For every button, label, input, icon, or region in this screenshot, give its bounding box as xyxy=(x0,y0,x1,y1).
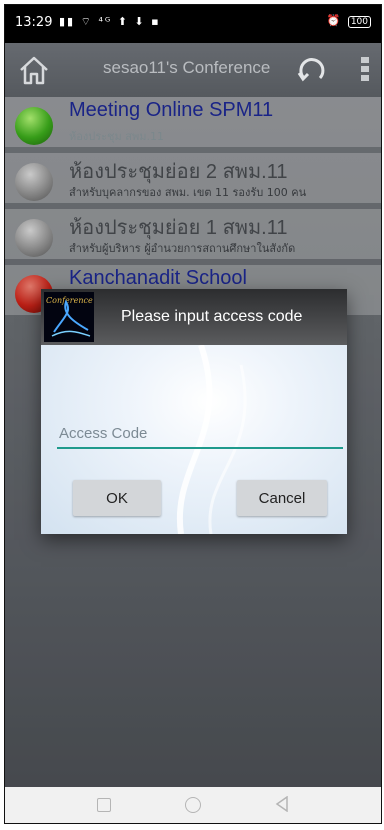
home-icon[interactable] xyxy=(17,53,51,87)
recents-icon[interactable] xyxy=(97,798,111,812)
overflow-menu-icon[interactable] xyxy=(361,57,369,85)
access-code-dialog: Conference Please input access code OK C… xyxy=(41,289,347,534)
alarm-icon: ⏰ xyxy=(326,14,341,27)
conference-logo: Conference xyxy=(44,292,94,342)
home-nav-icon[interactable] xyxy=(185,797,201,813)
status-bar: 13:29 ▮▮ ⌔ ⁴ᴳ ⬆ ⬇ ▪ ⏰ 100 xyxy=(5,5,381,43)
status-time: 13:29 xyxy=(15,15,53,30)
dialog-header: Conference Please input access code xyxy=(41,289,347,345)
app-title: sesao11's Conference xyxy=(103,58,271,77)
back-icon[interactable] xyxy=(275,796,289,812)
dialog-body: OK Cancel xyxy=(41,345,347,534)
access-code-input[interactable] xyxy=(57,419,343,449)
navigation-bar xyxy=(5,787,381,823)
cancel-button[interactable]: Cancel xyxy=(237,480,327,516)
dialog-title: Please input access code xyxy=(121,308,303,325)
ok-button[interactable]: OK xyxy=(73,480,161,516)
phone-screen: 13:29 ▮▮ ⌔ ⁴ᴳ ⬆ ⬇ ▪ ⏰ 100 sesao11's Conf… xyxy=(4,4,382,824)
status-right: ⏰ 100 xyxy=(327,14,371,28)
status-icons: ▮▮ ⌔ ⁴ᴳ ⬆ ⬇ ▪ xyxy=(59,15,161,28)
battery-indicator: 100 xyxy=(347,16,371,28)
refresh-icon[interactable] xyxy=(293,53,329,89)
app-bar: sesao11's Conference xyxy=(5,43,381,97)
